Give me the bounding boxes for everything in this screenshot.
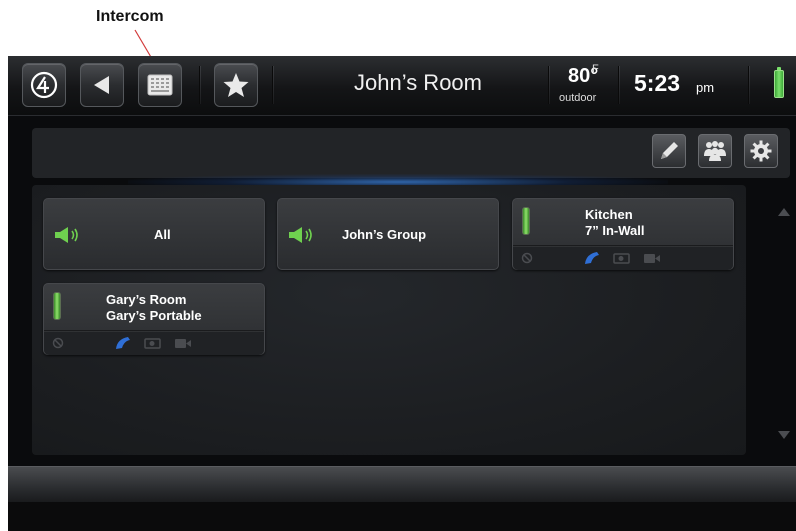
edit-pencil-icon — [661, 142, 678, 159]
bottom-bezel — [8, 502, 796, 531]
back-button[interactable] — [80, 63, 124, 107]
phone-handset-icon — [116, 337, 130, 349]
groups-button[interactable] — [698, 134, 732, 168]
tile-footer — [44, 332, 264, 355]
tile-line2: Gary’s Portable — [106, 308, 202, 323]
separator — [748, 66, 750, 104]
intercom-tile-group[interactable]: John’s Group — [277, 198, 499, 270]
battery-icon — [774, 67, 784, 98]
temperature-label: outdoor — [559, 92, 597, 104]
top-navigation-bar: John’s Room 80° F outdoor 5:23 pm — [8, 56, 796, 116]
status-led-icon — [522, 207, 530, 235]
video-camera-icon — [175, 339, 191, 348]
separator — [618, 66, 620, 104]
tile-line1: Gary’s Room — [106, 292, 187, 307]
clock-ampm: pm — [696, 80, 715, 95]
control4-logo-icon — [30, 71, 58, 99]
tile-footer — [513, 247, 733, 270]
settings-button[interactable] — [744, 134, 778, 168]
edit-button[interactable] — [652, 134, 686, 168]
device-screen: John’s Room 80° F outdoor 5:23 pm All Jo… — [8, 56, 796, 531]
scroll-up-icon[interactable] — [778, 208, 790, 216]
phone-handset-icon — [585, 252, 599, 264]
intercom-tile-garys-room[interactable]: Gary’s Room Gary’s Portable — [43, 283, 265, 355]
separator — [272, 66, 274, 104]
broadcast-speaker-icon — [289, 227, 312, 243]
tile-line2: 7” In-Wall — [585, 223, 645, 238]
tile-line1: Kitchen — [585, 207, 633, 222]
intercom-keypad-icon — [147, 74, 173, 96]
do-not-disturb-icon — [52, 337, 64, 349]
tile-label: John’s Group — [342, 227, 427, 242]
separator — [548, 66, 550, 104]
status-led-icon — [53, 292, 61, 320]
camera-icon — [613, 253, 630, 264]
tile-header: Kitchen 7” In-Wall — [513, 199, 733, 246]
room-title[interactable]: John’s Room — [308, 70, 528, 96]
favorites-star-icon — [223, 73, 249, 97]
temperature-unit: F — [592, 63, 599, 75]
clock-time: 5:23 — [634, 70, 681, 96]
group-users-icon — [704, 141, 726, 161]
bottom-bar — [8, 466, 796, 502]
back-arrow-icon — [94, 76, 109, 94]
favorites-button[interactable] — [214, 63, 258, 107]
separator — [199, 66, 201, 104]
video-camera-icon — [644, 254, 660, 263]
intercom-tile-all[interactable]: All — [43, 198, 265, 270]
scroll-down-icon[interactable] — [778, 431, 790, 439]
camera-icon — [144, 338, 161, 349]
broadcast-speaker-icon — [55, 227, 78, 243]
intercom-button[interactable] — [138, 63, 182, 107]
tile-header: Gary’s Room Gary’s Portable — [44, 284, 264, 331]
home-button[interactable] — [22, 63, 66, 107]
do-not-disturb-icon — [521, 252, 533, 264]
intercom-callout-label: Intercom — [96, 8, 164, 25]
tile-label: All — [154, 227, 171, 242]
intercom-tile-kitchen[interactable]: Kitchen 7” In-Wall — [512, 198, 734, 270]
settings-gear-icon — [750, 140, 772, 162]
